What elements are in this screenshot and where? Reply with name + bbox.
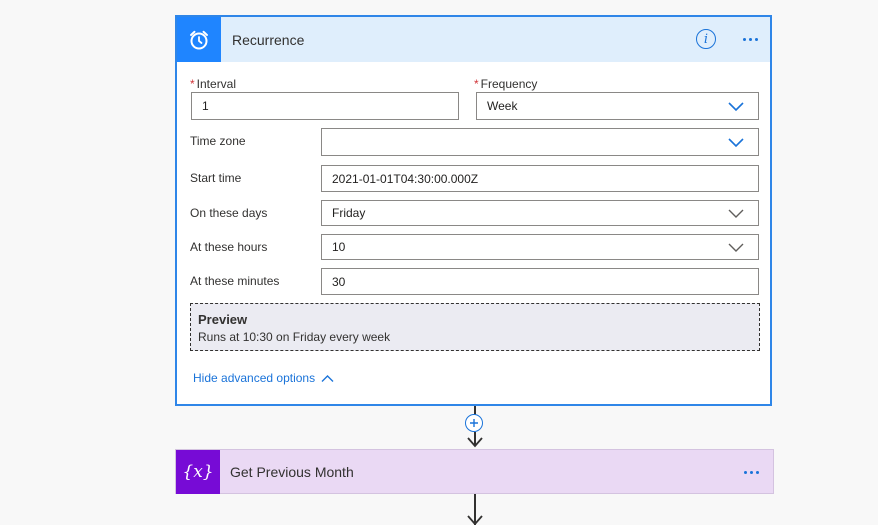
on-these-days-label: On these days xyxy=(190,206,268,220)
frequency-label: * Frequency xyxy=(474,77,538,91)
recurrence-card: Recurrence i * Interval 1 * Frequency Week… xyxy=(175,15,772,406)
more-options-icon[interactable] xyxy=(736,29,764,49)
get-previous-month-title: Get Previous Month xyxy=(230,464,354,480)
time-zone-select[interactable] xyxy=(321,128,759,156)
chevron-up-icon xyxy=(321,374,334,382)
at-these-minutes-input[interactable]: 30 xyxy=(321,268,759,295)
hide-advanced-options-link[interactable]: Hide advanced options xyxy=(193,371,334,385)
chevron-down-icon xyxy=(728,209,744,218)
plus-icon xyxy=(470,419,478,427)
at-these-hours-label: At these hours xyxy=(190,240,268,254)
curly-x-icon: {x} xyxy=(176,450,220,494)
preview-title: Preview xyxy=(198,312,248,327)
more-options-icon[interactable] xyxy=(737,462,765,482)
chevron-down-icon xyxy=(728,243,744,252)
interval-label: * Interval xyxy=(190,77,237,91)
arrow-down-icon xyxy=(467,437,483,448)
insert-step-button[interactable] xyxy=(465,414,483,432)
start-time-input[interactable]: 2021-01-01T04:30:00.000Z xyxy=(321,165,759,192)
info-icon[interactable]: i xyxy=(696,29,716,49)
recurrence-header[interactable]: Recurrence i xyxy=(177,17,770,62)
interval-input[interactable]: 1 xyxy=(191,92,459,120)
preview-text: Runs at 10:30 on Friday every week xyxy=(198,330,391,344)
at-these-hours-select[interactable]: 10 xyxy=(321,234,759,260)
alarm-clock-icon xyxy=(177,17,221,62)
at-these-minutes-label: At these minutes xyxy=(190,274,280,288)
recurrence-title: Recurrence xyxy=(232,32,305,48)
get-previous-month-card[interactable]: {x} Get Previous Month xyxy=(175,449,774,494)
frequency-select[interactable]: Week xyxy=(476,92,759,120)
arrow-down-icon xyxy=(467,515,483,525)
chevron-down-icon xyxy=(728,138,744,148)
on-these-days-select[interactable]: Friday xyxy=(321,200,759,226)
time-zone-label: Time zone xyxy=(190,134,246,148)
start-time-label: Start time xyxy=(190,171,242,185)
chevron-down-icon xyxy=(728,102,744,112)
schedule-preview: Preview Runs at 10:30 on Friday every we… xyxy=(190,303,760,351)
